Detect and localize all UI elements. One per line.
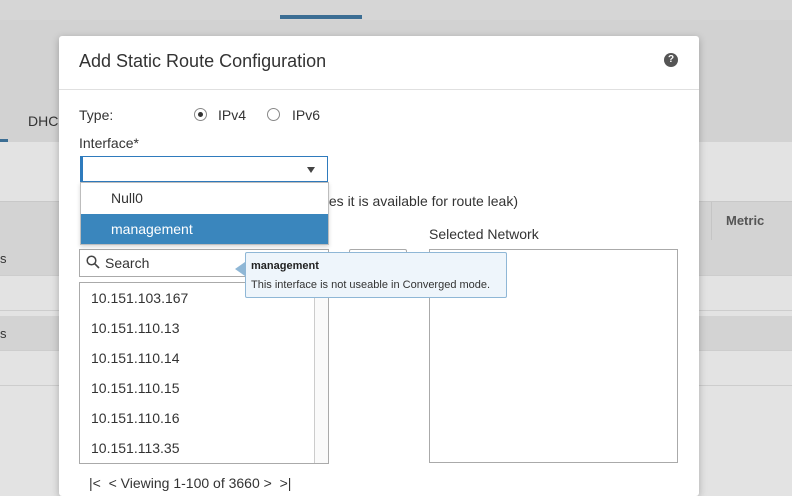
type-label: Type: — [79, 107, 114, 123]
question-circle-icon[interactable]: ? — [664, 53, 678, 67]
route-leak-hint: nifies it is available for route leak) — [311, 193, 518, 209]
ipv4-radio[interactable] — [194, 108, 207, 121]
ipv4-label[interactable]: IPv4 — [218, 107, 246, 123]
selected-network-title: Selected Network — [429, 226, 539, 242]
row-text: s — [0, 251, 7, 266]
list-item[interactable]: 10.151.110.15 — [91, 380, 180, 396]
active-nav-indicator — [280, 15, 362, 19]
list-scrollbar[interactable] — [314, 283, 328, 463]
available-network-list[interactable]: 10.151.103.167 10.151.110.13 10.151.110.… — [79, 282, 329, 464]
list-item[interactable]: 10.151.113.35 — [91, 440, 180, 456]
app-top-bar — [0, 0, 792, 20]
ipv6-label[interactable]: IPv6 — [292, 107, 320, 123]
tooltip-title: management — [251, 260, 319, 272]
interface-tooltip: management This interface is not useable… — [245, 252, 507, 298]
interface-option-null0[interactable]: Null0 — [81, 183, 328, 213]
search-placeholder: Search — [105, 255, 150, 271]
ipv6-radio[interactable] — [267, 108, 280, 121]
dialog-header: Add Static Route Configuration ? — [59, 36, 699, 90]
interface-option-management[interactable]: management — [81, 214, 328, 244]
search-icon — [86, 255, 100, 269]
column-header-metric[interactable]: Metric — [726, 213, 764, 228]
list-item[interactable]: 10.151.110.14 — [91, 350, 180, 366]
dialog-title: Add Static Route Configuration — [79, 51, 327, 71]
list-item[interactable]: 10.151.110.16 — [91, 410, 180, 426]
interface-select[interactable] — [80, 156, 328, 182]
interface-label: Interface* — [79, 135, 139, 151]
interface-dropdown: Null0 management — [80, 182, 329, 245]
list-item[interactable]: 10.151.110.13 — [91, 320, 180, 336]
tooltip-message: This interface is not useable in Converg… — [251, 279, 491, 291]
tooltip-arrow — [235, 262, 245, 276]
tab-dhcp[interactable]: DHC — [28, 113, 58, 129]
chevron-down-icon[interactable] — [307, 167, 315, 173]
row-text: s — [0, 326, 7, 341]
list-item[interactable]: 10.151.103.167 — [91, 290, 188, 306]
